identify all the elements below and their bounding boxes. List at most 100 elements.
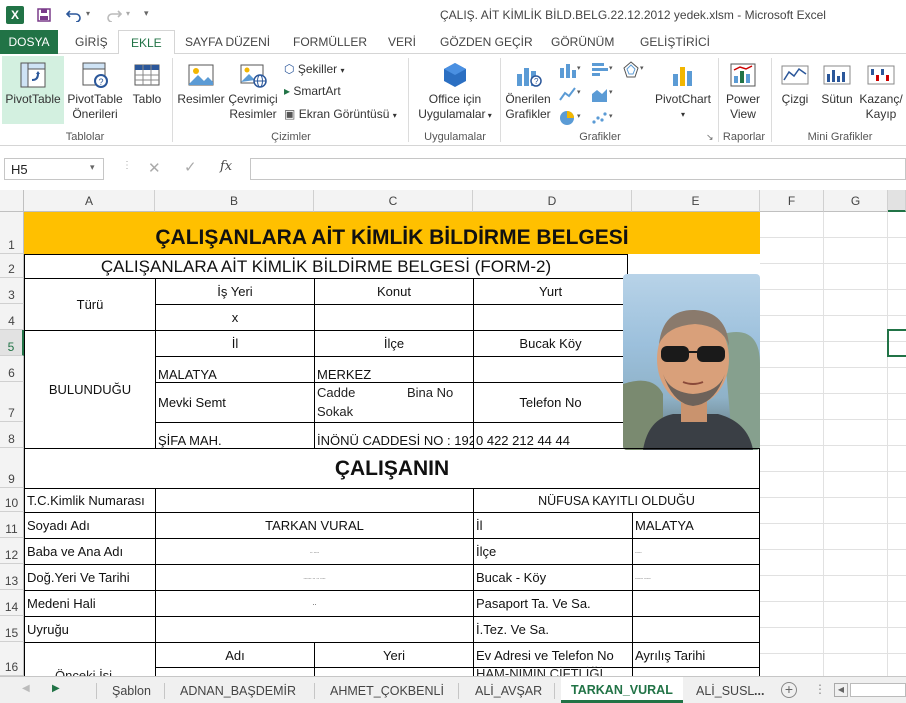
recommended-charts-button[interactable]: ? Önerilen Grafikler [502,60,554,122]
more-sheets-indicator[interactable]: ... [754,681,764,701]
sheet-tab-sablon[interactable]: Şablon [112,681,151,701]
cell-c16[interactable]: Yeri [314,642,474,668]
row-header-5[interactable]: 5 [0,330,24,356]
row-header-13[interactable]: 13 [0,564,24,590]
row-header-15[interactable]: 15 [0,616,24,642]
formula-input[interactable] [250,158,906,180]
table-button[interactable]: Tablo [128,60,166,107]
cell-d15[interactable]: İ.Tez. Ve Sa. [473,616,633,643]
cell-d14[interactable]: Pasaport Ta. Ve Sa. [473,590,633,617]
cell-c8[interactable]: İNÖNÜ CADDESİ NO : 192 [314,422,474,449]
cell-e12[interactable]: ----- [632,538,760,565]
cell-d6[interactable] [473,356,628,383]
row-header-8[interactable]: 8 [0,422,24,448]
column-header-h[interactable] [888,190,906,212]
cell-a11[interactable]: Soyadı Adı [24,512,156,539]
employee-photo[interactable] [623,274,760,450]
redo-dropdown-icon[interactable]: ▾ [126,9,130,18]
cancel-icon[interactable]: ✕ [148,159,161,177]
cell-a14[interactable]: Medeni Hali [24,590,156,617]
cell-a10[interactable]: T.C.Kimlik Numarası [24,488,156,513]
cell-d17[interactable]: HAM-NIMIN ÇİFTLİĞİ [473,666,633,676]
cell-b17[interactable] [155,667,315,676]
column-chart-icon[interactable]: ▾ [558,60,582,80]
cell-d13[interactable]: Bucak - Köy [473,564,633,591]
cell-a12[interactable]: Baba ve Ana Adı [24,538,156,565]
sheet-tab-ahmet[interactable]: AHMET_ÇOKBENLİ [330,681,444,701]
cell-b16[interactable]: Adı [155,642,315,668]
scatter-chart-icon[interactable]: ▾ [590,108,614,128]
cell-d16[interactable]: Ev Adresi ve Telefon No [473,642,633,668]
line-chart-icon[interactable]: ▾ [558,84,582,104]
smartart-button[interactable]: ▸ SmartArt [284,84,341,98]
cell-b5[interactable]: İl [155,330,315,357]
active-cell-h5[interactable] [887,329,906,357]
pivotchart-button[interactable]: PivotChart ▾ [652,60,714,122]
tab-home[interactable]: GİRİŞ [75,30,108,54]
undo-dropdown-icon[interactable]: ▾ [86,9,90,18]
online-pictures-button[interactable]: Çevrimiçi Resimler [226,60,280,122]
cell-b13[interactable]: ------ -- -- ---- [155,564,474,591]
cell-b12[interactable]: -- ---- [155,538,474,565]
sheet-tab-ali-avsar[interactable]: ALİ_AVŞAR [475,681,542,701]
shapes-button[interactable]: ⬡ Şekiller ▾ [284,62,345,76]
sheet-tab-adnan[interactable]: ADNAN_BAŞDEMİR [180,681,296,701]
cell-b11[interactable]: TARKAN VURAL [155,512,474,539]
cell-e11[interactable]: MALATYA [632,512,760,539]
sparkline-line-button[interactable]: Çizgi [776,60,814,107]
tab-view[interactable]: GÖRÜNÜM [551,30,614,54]
formula-bar-resize-icon[interactable]: ⋮ [122,160,132,171]
new-sheet-icon[interactable]: + [781,682,797,698]
column-header-a[interactable]: A [24,190,155,212]
hscroll-left-icon[interactable]: ◀ [834,683,848,697]
row-header-9[interactable]: 9 [0,448,24,488]
tab-data[interactable]: VERİ [388,30,416,54]
column-header-e[interactable]: E [632,190,760,212]
cell-c17[interactable] [314,667,474,676]
row-header-7[interactable]: 7 [0,382,24,422]
cell-c3[interactable]: Konut [314,278,474,305]
charts-dialog-launcher-icon[interactable]: ↘ [706,132,714,143]
column-header-c[interactable]: C [314,190,473,212]
tab-page-layout[interactable]: SAYFA DÜZENİ [185,30,270,54]
cell-a15[interactable]: Uyruğu [24,616,156,643]
sparkline-winloss-button[interactable]: Kazanç/ Kayıp [858,60,904,122]
power-view-button[interactable]: Power View [720,60,766,122]
sparkline-column-button[interactable]: Sütun [816,60,858,107]
pictures-button[interactable]: Resimler [176,60,226,107]
cell-d11[interactable]: İl [473,512,633,539]
cell-c6[interactable]: MERKEZ [314,356,474,383]
row-header-2[interactable]: 2 [0,254,24,278]
row-header-1[interactable]: 1 [0,212,24,254]
cell-d3[interactable]: Yurt [473,278,628,305]
name-box[interactable]: H5 [4,158,104,180]
cell-a5[interactable]: BULUNDUĞU [24,330,156,449]
cell-b7[interactable]: Mevki Semt [155,382,315,423]
pie-chart-icon[interactable]: ▾ [558,108,582,128]
cell-b15[interactable] [155,616,474,643]
column-header-f[interactable]: F [760,190,824,212]
name-box-dropdown-icon[interactable]: ▾ [90,162,95,173]
cell-d10[interactable]: NÜFUSA KAYITLI OLDUĞU [473,488,760,513]
recommended-pivottables-button[interactable]: ? PivotTable Önerileri [64,60,126,122]
insert-function-button[interactable]: fx [220,159,232,174]
cell-e16[interactable]: Ayrılış Tarihi [632,642,760,668]
row-header-6[interactable]: 6 [0,356,24,382]
cell-e15[interactable] [632,616,760,643]
cell-c5[interactable]: İlçe [314,330,474,357]
cell-b4[interactable]: x [155,304,315,331]
area-chart-icon[interactable]: ▾ [590,84,614,104]
undo-icon[interactable] [64,5,84,25]
cell-d5[interactable]: Bucak Köy [473,330,628,357]
cell-e14[interactable] [632,590,760,617]
column-header-g[interactable]: G [824,190,888,212]
cell-a16[interactable]: Önceki İşi [24,642,156,676]
cell-a3[interactable]: Türü [24,278,156,331]
radar-chart-icon[interactable]: ▾ [622,60,646,80]
sheet-tab-ali-susl[interactable]: ALİ_SUSL [696,681,754,701]
cell-d4[interactable] [473,304,628,331]
select-all-corner[interactable] [0,190,24,212]
bar-chart-icon[interactable]: ▾ [590,60,614,80]
enter-icon[interactable]: ✓ [184,158,197,176]
row-header-11[interactable]: 11 [0,512,24,538]
